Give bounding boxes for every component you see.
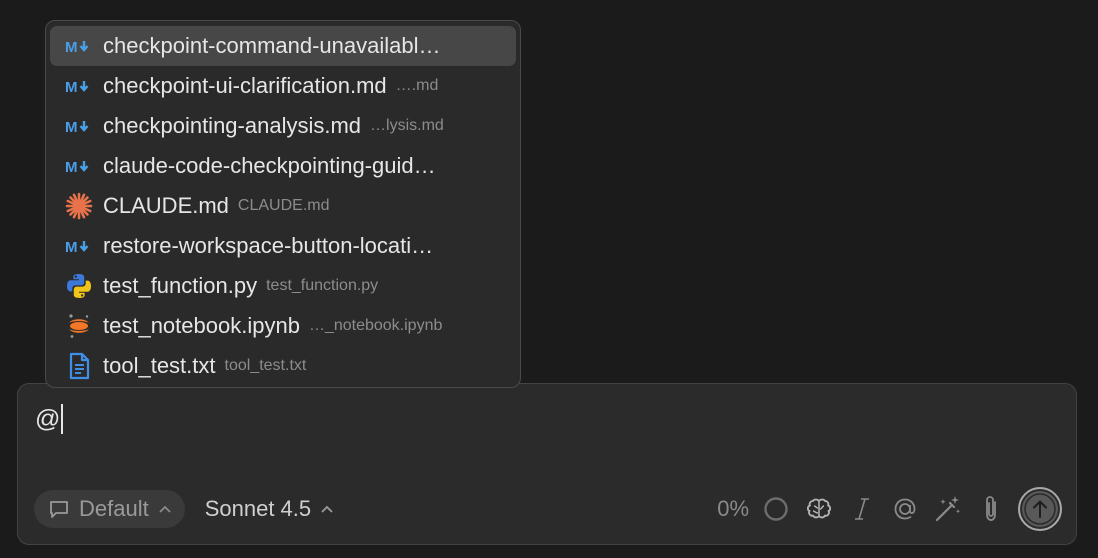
python-icon: [65, 272, 93, 300]
file-path: test_function.py: [266, 277, 379, 294]
message-composer: @ Default Sonnet 4.5 0%: [17, 383, 1077, 545]
file-name: claude-code-checkpointing-guid…: [103, 153, 436, 178]
prompt-text: @: [35, 404, 61, 433]
markdown-icon: M: [65, 232, 93, 260]
file-item[interactable]: M claude-code-checkpointing-guid…: [50, 146, 516, 186]
composer-toolbar: Default Sonnet 4.5 0%: [34, 487, 1062, 531]
svg-text:M: M: [65, 39, 78, 54]
file-name: checkpoint-ui-clarification.md: [103, 73, 387, 98]
send-button[interactable]: [1018, 487, 1062, 531]
chat-panel: M checkpoint-command-unavailabl… M check…: [0, 0, 1098, 558]
model-selector-button[interactable]: Sonnet 4.5: [205, 496, 333, 522]
file-item[interactable]: M restore-workspace-button-locati…: [50, 226, 516, 266]
file-name: checkpointing-analysis.md: [103, 113, 362, 138]
file-mention-popup: M checkpoint-command-unavailabl… M check…: [45, 20, 521, 388]
markdown-icon: M: [65, 72, 93, 100]
file-path: …lysis.md: [370, 117, 444, 134]
magic-wand-icon[interactable]: [931, 492, 965, 526]
file-item[interactable]: tool_test.txt tool_test.txt: [50, 346, 516, 386]
file-name: restore-workspace-button-locati…: [103, 233, 434, 258]
chevron-up-icon: [159, 505, 171, 513]
file-name: checkpoint-command-unavailabl…: [103, 33, 441, 58]
mode-label: Default: [79, 496, 149, 521]
text-caret: [61, 404, 64, 434]
svg-text:M: M: [65, 119, 78, 134]
file-path: CLAUDE.md: [237, 197, 330, 214]
jupyter-icon: [65, 312, 93, 340]
model-label: Sonnet 4.5: [204, 496, 312, 521]
arrow-up-icon: [1023, 492, 1057, 526]
file-item[interactable]: M checkpoint-command-unavailabl…: [50, 26, 516, 66]
file-path: tool_test.txt: [224, 357, 307, 374]
file-item[interactable]: M checkpoint-ui-clarification.md ….md: [50, 66, 516, 106]
markdown-icon: M: [65, 152, 93, 180]
file-path: …_notebook.ipynb: [308, 317, 443, 334]
brain-icon[interactable]: [802, 492, 836, 526]
context-usage-percent: 0%: [717, 496, 749, 521]
file-item[interactable]: test_function.py test_function.py: [50, 266, 516, 306]
mention-at-icon[interactable]: [888, 492, 922, 526]
paperclip-icon[interactable]: [974, 492, 1008, 526]
file-item[interactable]: CLAUDE.md CLAUDE.md: [50, 186, 516, 226]
chat-bubble-icon: [48, 498, 70, 520]
markdown-icon: M: [65, 112, 93, 140]
mode-selector-button[interactable]: Default: [34, 490, 185, 528]
prompt-input[interactable]: @: [35, 404, 64, 434]
file-name: tool_test.txt: [103, 353, 216, 378]
svg-text:M: M: [65, 159, 78, 174]
file-item[interactable]: M checkpointing-analysis.md …lysis.md: [50, 106, 516, 146]
claude-icon: [65, 192, 93, 220]
markdown-icon: M: [65, 32, 93, 60]
file-name: test_function.py: [103, 273, 258, 298]
file-item[interactable]: test_notebook.ipynb …_notebook.ipynb: [50, 306, 516, 346]
svg-text:M: M: [65, 239, 78, 254]
italic-icon[interactable]: [845, 492, 879, 526]
text-file-icon: [65, 352, 93, 380]
file-path: ….md: [395, 77, 439, 94]
context-usage-ring-icon: [759, 492, 793, 526]
composer-actions: 0%: [717, 487, 1062, 531]
chevron-up-icon: [321, 505, 333, 513]
file-name: test_notebook.ipynb: [103, 313, 300, 338]
file-name: CLAUDE.md: [103, 193, 229, 218]
svg-text:M: M: [65, 79, 78, 94]
